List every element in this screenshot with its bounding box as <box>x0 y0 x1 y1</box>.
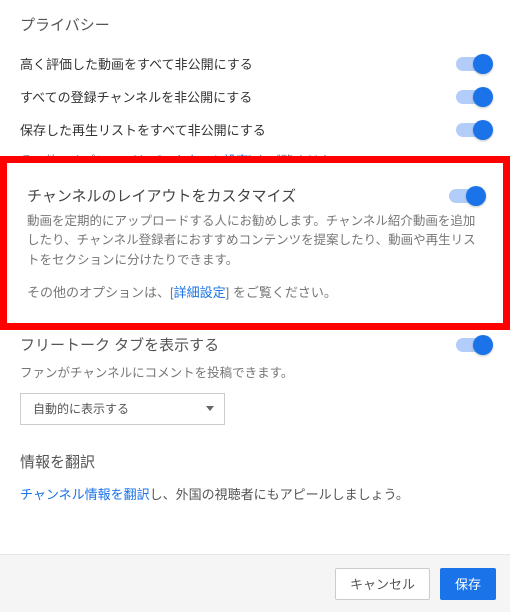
layout-more-suffix: ] をご覧ください。 <box>226 285 337 300</box>
privacy-row-liked-videos: 高く評価した動画をすべて非公開にする <box>20 47 490 80</box>
translate-text: チャンネル情報を翻訳し、外国の視聴者にもアピールしましょう。 <box>20 484 490 503</box>
cancel-button[interactable]: キャンセル <box>335 568 430 600</box>
chevron-down-icon <box>206 406 214 411</box>
toggle-subscriptions-private[interactable] <box>456 90 490 104</box>
privacy-heading: プライバシー <box>20 14 490 35</box>
translate-heading: 情報を翻訳 <box>20 451 490 472</box>
privacy-row-subscriptions: すべての登録チャンネルを非公開にする <box>20 80 490 113</box>
privacy-label-liked: 高く評価した動画をすべて非公開にする <box>20 54 253 73</box>
toggle-discussion-tab[interactable] <box>456 338 490 352</box>
customize-layout-heading: チャンネルのレイアウトをカスタマイズ <box>27 185 296 206</box>
discussion-row: フリートーク タブを表示する <box>20 334 490 362</box>
footer-bar: キャンセル 保存 <box>0 554 510 612</box>
toggle-playlists-private[interactable] <box>456 123 490 137</box>
customize-layout-more: その他のオプションは、[詳細設定] をご覧ください。 <box>27 282 483 301</box>
privacy-row-playlists: 保存した再生リストをすべて非公開にする <box>20 113 490 146</box>
translate-rest: し、外国の視聴者にもアピールしましょう。 <box>150 487 409 502</box>
privacy-label-playlists: 保存した再生リストをすべて非公開にする <box>20 120 266 139</box>
toggle-customize-layout[interactable] <box>449 189 483 203</box>
layout-more-prefix: その他のオプションは、[ <box>27 285 174 300</box>
dropdown-value: 自動的に表示する <box>33 400 129 417</box>
discussion-desc: ファンがチャンネルにコメントを投稿できます。 <box>20 364 490 383</box>
discussion-visibility-dropdown[interactable]: 自動的に表示する <box>20 393 225 425</box>
toggle-liked-videos-private[interactable] <box>456 57 490 71</box>
save-button[interactable]: 保存 <box>440 568 496 600</box>
translate-channel-info-link[interactable]: チャンネル情報を翻訳 <box>20 487 150 502</box>
discussion-heading: フリートーク タブを表示する <box>20 334 219 355</box>
privacy-section: プライバシー 高く評価した動画をすべて非公開にする すべての登録チャンネルを非公… <box>20 14 490 171</box>
customize-layout-highlight: チャンネルのレイアウトをカスタマイズ 動画を定期的にアップロードする人にお勧めし… <box>0 156 510 330</box>
customize-layout-row: チャンネルのレイアウトをカスタマイズ <box>27 185 483 206</box>
customize-layout-desc: 動画を定期的にアップロードする人にお勧めします。チャンネル紹介動画を追加したり、… <box>27 212 483 270</box>
translate-section: 情報を翻訳 チャンネル情報を翻訳し、外国の視聴者にもアピールしましょう。 <box>20 451 490 503</box>
privacy-label-subs: すべての登録チャンネルを非公開にする <box>20 87 252 106</box>
discussion-section: フリートーク タブを表示する ファンがチャンネルにコメントを投稿できます。 自動… <box>20 334 490 425</box>
advanced-settings-link[interactable]: 詳細設定 <box>174 285 226 300</box>
